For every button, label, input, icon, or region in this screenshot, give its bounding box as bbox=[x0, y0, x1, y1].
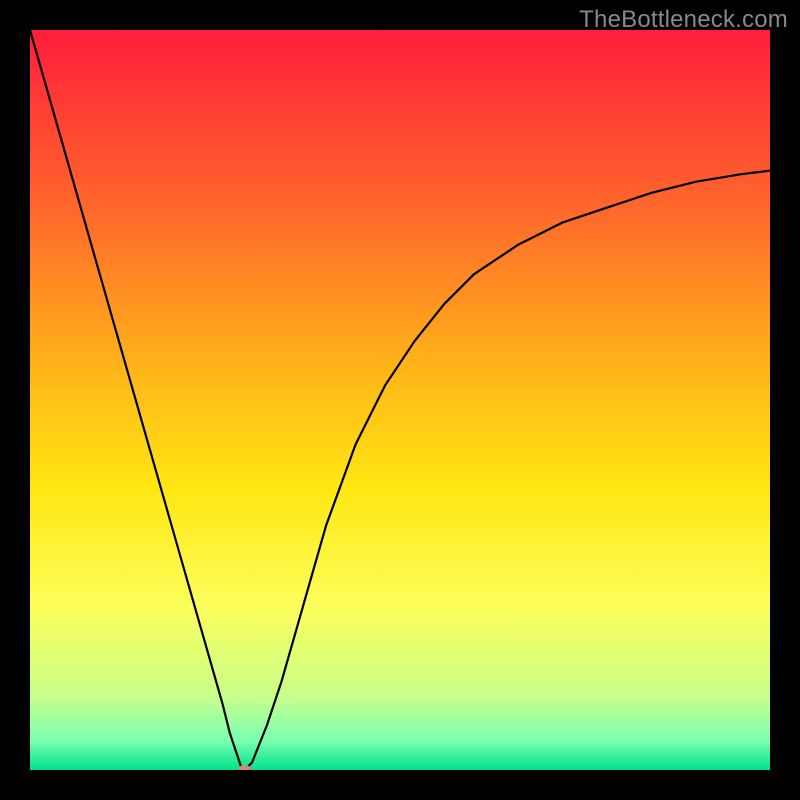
chart-stage: TheBottleneck.com bbox=[0, 0, 800, 800]
bottleneck-chart-svg bbox=[30, 30, 770, 770]
plot-area bbox=[30, 30, 770, 770]
gradient-background bbox=[30, 30, 770, 770]
